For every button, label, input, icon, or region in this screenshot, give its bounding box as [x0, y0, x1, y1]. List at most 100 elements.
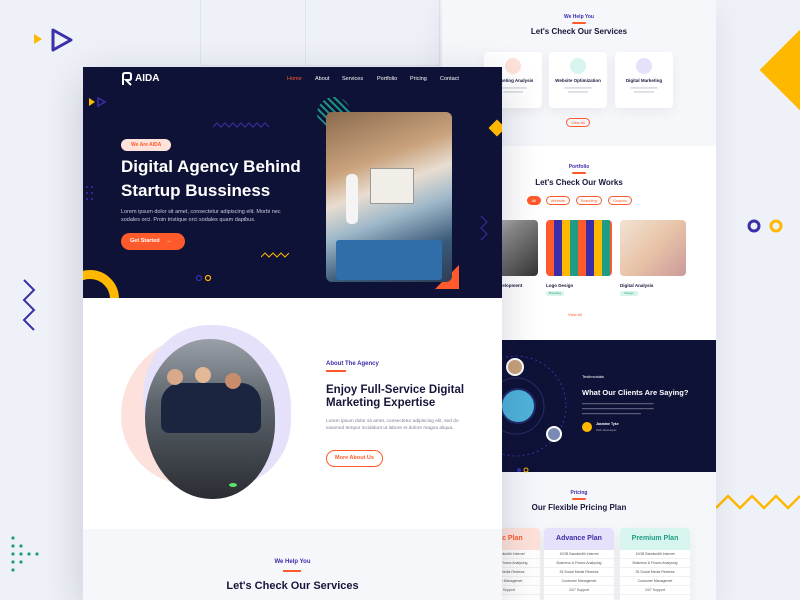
arrow-right-icon: →	[166, 238, 172, 244]
plan-feature: Business & Financ Analysing	[544, 559, 614, 568]
plan-feature: 24/7 Support	[620, 586, 690, 595]
plan-feature: 24/7 Support	[544, 586, 614, 595]
divider	[572, 498, 586, 500]
about-body: Lorem ipsum dolor sit amet, consectetur …	[326, 419, 459, 431]
plan-feature: 25 Social Media Reviews	[544, 568, 614, 577]
front-services-kicker: We Help You	[274, 559, 311, 565]
service-card[interactable]: Website Optimization ━━━━━━━━━━━━━━━ ━━━━…	[549, 52, 607, 108]
testimonial-role: Web Developer	[596, 428, 617, 432]
front-services-section: We Help You Let's Check Our Services	[83, 529, 502, 600]
about-kicker: About The Agency	[326, 361, 379, 367]
decor-dots	[85, 185, 95, 210]
decor-diamond	[488, 119, 502, 137]
service-card-title: Digital Marketing	[625, 78, 663, 83]
avatar	[500, 388, 536, 424]
logo-text[interactable]: AIDA	[135, 73, 159, 84]
plan-feature: 10GB Bandwidth Internet	[620, 550, 690, 559]
megaphone-icon	[636, 58, 652, 74]
about-title-line2: Marketing Expertise	[326, 397, 436, 409]
nav-about[interactable]: About	[315, 76, 329, 82]
decor-triangle-yellow-small	[34, 34, 42, 44]
plan-feature: Customer Managemet	[544, 577, 614, 586]
whiteboard	[370, 168, 414, 204]
service-card-title: Website Optimization	[555, 78, 601, 83]
plan-feature: Customer Managemet	[620, 577, 690, 586]
portfolio-tag: Design	[620, 291, 638, 296]
testimonial-text: ━━━━━━━━━━━━━━━━━━━━━━━━━━━━━━━━━━ ━━━━━━…	[582, 402, 654, 416]
divider	[572, 172, 586, 174]
plan-name: Premium Plan	[620, 528, 690, 550]
optimize-icon	[570, 58, 586, 74]
decor-zigzag	[479, 215, 489, 250]
testimonial-author: Jasmine Tyke	[596, 422, 619, 426]
service-card[interactable]: Digital Marketing ━━━━━━━━━━━━━━━ ━━━━━━━…	[615, 52, 673, 108]
plan-name: Advance Plan	[544, 528, 614, 550]
hero-body: Lorem ipsum dolor sit amet, consectetur …	[121, 209, 281, 223]
filter-graphic[interactable]: Graphic	[608, 196, 632, 205]
about-image-blob	[121, 325, 291, 500]
more-about-us-button[interactable]: More About Us	[326, 450, 383, 467]
avatar	[546, 426, 562, 442]
plan-feature: 25 Social Media Reviews	[620, 568, 690, 577]
table-light	[229, 483, 237, 487]
back-services-header: We Help You Let's Check Our Services	[442, 14, 716, 36]
presenter	[346, 174, 358, 224]
face	[225, 373, 241, 389]
decor-wave	[212, 115, 270, 133]
decor-zigzag-left	[22, 278, 36, 339]
decor-grid-line-mid	[305, 0, 306, 66]
service-card-text: ━━━━━━━━━━━━━━━ ━━━━━━━━━━━	[630, 86, 658, 94]
team-people	[161, 383, 261, 433]
hero-title-line2: Startup Bussiness	[121, 181, 271, 200]
decor-ring-yellow	[83, 270, 119, 298]
portfolio-tag: Branding	[546, 291, 564, 296]
hero-office-photo	[326, 112, 452, 282]
filter-all[interactable]: All	[527, 196, 541, 205]
decor-play-icon	[89, 94, 107, 112]
portfolio-item-title: Logo Design	[546, 283, 574, 288]
divider	[572, 22, 586, 24]
filter-website[interactable]: Website	[546, 196, 570, 205]
decor-circles	[195, 269, 213, 287]
nav-contact[interactable]: Contact	[440, 76, 459, 82]
decor-play-triangle-icon	[50, 28, 74, 57]
hero-badge: We Are AIDA	[121, 139, 172, 151]
carousel-dots[interactable]	[516, 460, 536, 473]
portfolio-thumb-digital-analysis[interactable]	[620, 220, 686, 276]
plan-feature: 10GB Bandwidth Internet	[544, 550, 614, 559]
nav-services[interactable]: Services	[342, 76, 363, 82]
nav-home[interactable]: Home	[287, 76, 302, 82]
sofa	[336, 240, 442, 280]
get-started-label: Get Started	[130, 238, 160, 244]
view-all-portfolio-link[interactable]: View All	[568, 312, 582, 317]
about-title-line1: Enjoy Full-Service Digital	[326, 384, 465, 396]
decor-wave-yellow	[260, 245, 290, 263]
avatar	[582, 422, 592, 432]
price-card-premium[interactable]: Premium Plan 10GB Bandwidth Internet Bus…	[620, 528, 690, 600]
back-services-title: Let's Check Our Services	[530, 27, 628, 36]
portfolio-item-title: Digital Analysis	[620, 283, 654, 288]
price-card-advance[interactable]: Advance Plan 10GB Bandwidth Internet Bus…	[544, 528, 614, 600]
divider	[283, 570, 301, 572]
nav-pricing[interactable]: Pricing	[410, 76, 427, 82]
view-all-services-button[interactable]: View All	[566, 118, 590, 127]
hero-section: AIDA Home About Services Portfolio Prici…	[83, 67, 502, 298]
decor-diamond-yellow-right	[759, 27, 800, 113]
team-photo	[145, 339, 275, 499]
service-card-text: ━━━━━━━━━━━━━━━ ━━━━━━━━━━━	[564, 86, 592, 94]
avatar	[506, 358, 524, 376]
decor-dots-left	[10, 535, 40, 580]
face	[195, 367, 211, 383]
front-page-preview: AIDA Home About Services Portfolio Prici…	[83, 67, 502, 600]
back-services-kicker: We Help You	[563, 14, 594, 20]
chart-icon	[505, 58, 521, 74]
decor-grid-lines	[200, 0, 440, 66]
nav-portfolio[interactable]: Portfolio	[377, 76, 397, 82]
face	[167, 369, 183, 385]
portfolio-thumb-logo-design[interactable]	[546, 220, 612, 276]
hero-title-line1: Digital Agency Behind	[121, 157, 301, 176]
plan-feature: Business & Financ Analysing	[620, 559, 690, 568]
decor-circles-right	[746, 218, 786, 239]
filter-branding[interactable]: Branding	[576, 196, 602, 205]
get-started-button[interactable]: Get Started →	[121, 233, 185, 250]
